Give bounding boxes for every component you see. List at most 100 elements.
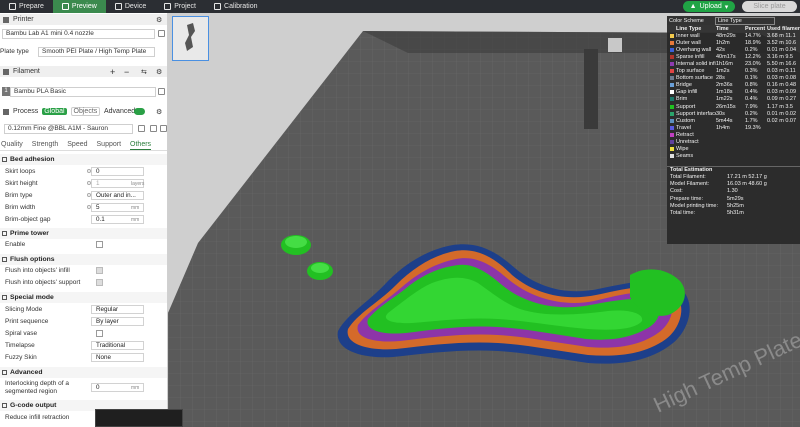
legend-time: 48m29s <box>716 32 736 39</box>
legend-row[interactable]: Support interface 30s 0.2% 0.01 m 0.02 <box>667 110 800 117</box>
tab-speed[interactable]: Speed <box>67 140 87 150</box>
legend-row[interactable]: Retract <box>667 131 800 138</box>
filament-icon <box>3 68 9 75</box>
gear-icon[interactable]: ⚙ <box>156 68 162 76</box>
advanced-toggle[interactable] <box>134 108 145 115</box>
tab-preview[interactable]: Preview <box>52 0 106 13</box>
estimation-key: Model printing time: <box>670 202 718 209</box>
legend-row[interactable]: Internal solid infill 1h16m 23.0% 5.50 m 16… <box>667 60 800 67</box>
legend-time: 40m17s <box>716 53 736 60</box>
gcode-icon <box>2 403 7 408</box>
legend-row[interactable]: Wipe <box>667 146 800 153</box>
legend-row[interactable]: Top surface 1m2s 0.3% 0.03 m 0.11 <box>667 68 800 75</box>
edit-icon[interactable] <box>158 30 165 37</box>
legend-row[interactable]: Outer wall 1h2m 18.9% 3.52 m 10.6 <box>667 39 800 46</box>
legend-name: Outer wall <box>676 39 701 46</box>
timelapse-select[interactable]: Traditional <box>91 341 144 350</box>
printer-select[interactable]: Bambu Lab A1 mini 0.4 nozzle <box>2 28 155 39</box>
process-global-toggle[interactable]: Global <box>42 108 67 115</box>
brim-gap-label: Brim-object gap <box>5 216 51 223</box>
legend-row[interactable]: Seams <box>667 153 800 160</box>
tab-quality[interactable]: Quality <box>1 140 23 150</box>
legend-rows: Inner wall 48m29s 14.7% 3.68 m 11.1 Outer wa… <box>667 32 800 160</box>
legend-row[interactable]: Sparse infill 40m17s 12.2% 3.16 m 9.5 <box>667 53 800 60</box>
model-disc-1-top <box>285 236 307 248</box>
plate-toolbar <box>584 49 598 129</box>
edit-icon[interactable] <box>158 88 165 95</box>
tab-strength[interactable]: Strength <box>32 140 58 150</box>
remove-icon[interactable]: − <box>124 67 129 77</box>
gear-icon[interactable]: ⚙ <box>156 108 162 116</box>
gear-icon[interactable]: ⚙ <box>156 16 162 24</box>
fuzzy-skin-select[interactable]: None <box>91 353 144 362</box>
group-bed-adhesion: Bed adhesion <box>0 154 167 165</box>
compare-icon[interactable] <box>150 125 157 132</box>
slicing-mode-select[interactable]: Regular <box>91 305 144 314</box>
legend-row[interactable]: Travel 1h4m 19.3% <box>667 124 800 131</box>
estimation-value: 5h25m <box>727 202 744 209</box>
tab-calibration[interactable]: Calibration <box>205 0 266 13</box>
save-icon[interactable] <box>138 125 145 132</box>
legend-time: 30s <box>716 110 725 117</box>
search-icon[interactable] <box>160 125 167 132</box>
tab-project[interactable]: Project <box>155 0 205 13</box>
legend-row[interactable]: Overhang wall 42s 0.2% 0.01 m 0.04 <box>667 46 800 53</box>
flush-support-checkbox[interactable] <box>96 279 103 286</box>
legend-row[interactable]: Custom 5m44s 1.7% 0.02 m 0.07 <box>667 117 800 124</box>
tab-prepare[interactable]: Prepare <box>0 0 53 13</box>
estimation-row: Model Filament: 16.03 m 48.60 g <box>667 180 800 187</box>
settings-sidebar: Printer ⚙ Bambu Lab A1 mini 0.4 nozzle P… <box>0 13 168 427</box>
tab-label: Prepare <box>19 3 44 10</box>
legend-row[interactable]: Bridge 2m36s 0.8% 0.16 m 0.48 <box>667 82 800 89</box>
tab-support[interactable]: Support <box>97 140 122 150</box>
legend-row[interactable]: Unretract <box>667 139 800 146</box>
filament-select[interactable]: Bambu PLA Basic <box>10 86 156 97</box>
color-scheme-label: Color Scheme <box>669 17 704 24</box>
sync-icon[interactable]: ⇆ <box>141 68 147 76</box>
legend-swatch <box>670 97 674 102</box>
color-scheme-select[interactable]: Line Type <box>715 16 775 25</box>
tab-others[interactable]: Others <box>130 140 152 150</box>
legend-row[interactable]: Brim 1m22s 0.4% 0.09 m 0.27 <box>667 96 800 103</box>
printer-icon <box>3 16 9 23</box>
legend-pct: 18.9% <box>745 39 761 46</box>
process-select[interactable]: 0.12mm Fine @BBL A1M - Sauron <box>4 123 133 134</box>
estimation-row: Total time: 5h31m <box>667 210 800 217</box>
spiral-vase-label: Spiral vase <box>5 330 38 337</box>
legend-used: 0.01 m 0.02 <box>767 110 797 117</box>
tab-device[interactable]: Device <box>106 0 155 13</box>
calibration-icon <box>214 3 222 10</box>
legend-used: 0.09 m 0.27 <box>767 96 797 103</box>
upload-button[interactable]: ▲ Upload ▾ <box>683 1 735 12</box>
flush-support-label: Flush into objects' support <box>5 279 81 286</box>
flush-infill-checkbox[interactable] <box>96 267 103 274</box>
add-icon[interactable]: + <box>110 67 115 77</box>
spiral-vase-checkbox[interactable] <box>96 330 103 337</box>
legend-row[interactable]: Bottom surface 28s 0.1% 0.03 m 0.08 <box>667 75 800 82</box>
legend-row[interactable]: Gap infill 1m18s 0.4% 0.03 m 0.09 <box>667 89 800 96</box>
legend-swatch <box>670 83 674 88</box>
legend-name: Support <box>676 103 696 110</box>
timelapse-label: Timelapse <box>5 342 35 349</box>
process-icon <box>3 108 9 115</box>
legend-name: Sparse infill <box>676 53 705 60</box>
enable-checkbox[interactable] <box>96 241 103 248</box>
process-objects-toggle[interactable]: Objects <box>70 107 101 116</box>
chevron-down-icon: ▾ <box>724 3 729 11</box>
skirt-loops-input[interactable]: 0 <box>91 167 144 176</box>
plate-thumbnail[interactable] <box>172 16 209 61</box>
legend-row[interactable]: Inner wall 48m29s 14.7% 3.68 m 11.1 <box>667 32 800 39</box>
plate-icon[interactable] <box>608 38 622 52</box>
slice-plate-button[interactable]: Slice plate <box>742 1 797 12</box>
legend-time: 26m15s <box>716 103 736 110</box>
legend-row[interactable]: Support 26m15s 7.9% 1.17 m 3.5 <box>667 103 800 110</box>
legend-used: 5.50 m 16.6 <box>767 61 797 68</box>
legend-name: Overhang wall <box>676 46 712 53</box>
plate-type-select[interactable]: Smooth PEI Plate / High Temp Plate <box>38 46 155 57</box>
legend-pct: 0.2% <box>745 46 758 53</box>
print-sequence-select[interactable]: By layer <box>91 317 144 326</box>
estimation-title: Total Estimation <box>667 165 800 173</box>
filament-section-header: Filament + − ⇆ ⚙ <box>0 66 167 77</box>
skirt-height-label: Skirt height <box>5 180 38 187</box>
brim-type-select[interactable]: Outer and in... <box>91 191 144 200</box>
